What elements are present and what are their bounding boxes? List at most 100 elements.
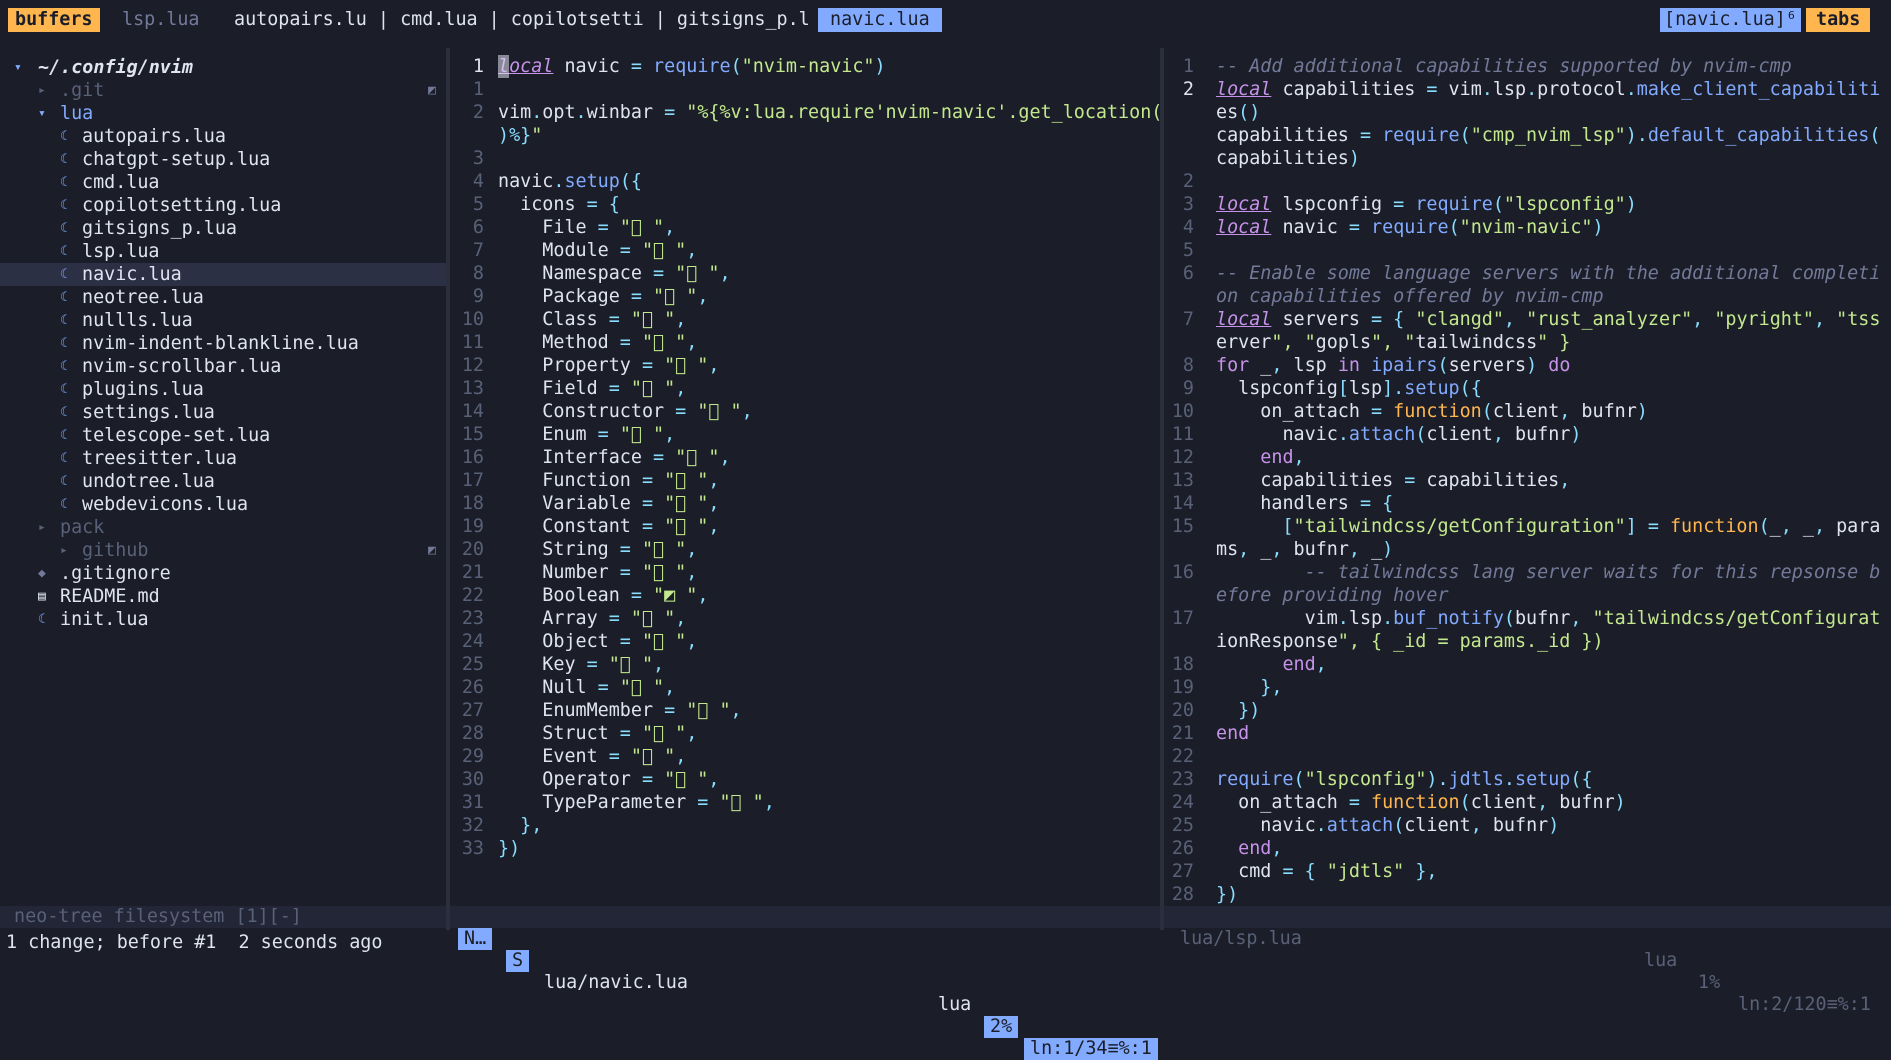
code-line[interactable]: Object = "󰅩 ", bbox=[498, 630, 697, 653]
code-line[interactable]: Boolean = "◩ ", bbox=[498, 584, 708, 607]
tree-item[interactable]: ☾ undotree.lua bbox=[0, 470, 446, 493]
code-line[interactable]: }) bbox=[1216, 883, 1238, 906]
code-line[interactable]: Key = "󰌋 ", bbox=[498, 653, 664, 676]
code-line[interactable]: Field = "󰆧 ", bbox=[498, 377, 686, 400]
code-line[interactable]: Struct = "󰌗 ", bbox=[498, 722, 697, 745]
code-line[interactable]: File = "󰈙 ", bbox=[498, 216, 675, 239]
code-line[interactable]: -- Add additional capabilities supported… bbox=[1216, 55, 1792, 78]
tree-item[interactable]: ▸ .git ◩ bbox=[0, 79, 446, 102]
code-line[interactable]: local servers = { "clangd", "rust_analyz… bbox=[1216, 308, 1880, 331]
code-line[interactable]: end, bbox=[1216, 653, 1326, 676]
code-line[interactable]: on_attach = function(client, bufnr) bbox=[1216, 400, 1648, 423]
code-line[interactable]: Event = "󰉁 ", bbox=[498, 745, 686, 768]
tree-item[interactable]: ☾ webdevicons.lua bbox=[0, 493, 446, 516]
code-line[interactable]: lspconfig[lsp].setup({ bbox=[1216, 377, 1482, 400]
code-line[interactable]: Property = "󰜢 ", bbox=[498, 354, 719, 377]
command-line[interactable]: 1 change; before #1 2 seconds ago bbox=[6, 930, 382, 955]
code-line[interactable]: }) bbox=[498, 837, 520, 860]
code-line[interactable]: cmd = { "jdtls" }, bbox=[1216, 860, 1437, 883]
code-line[interactable]: EnumMember = "󰒻 ", bbox=[498, 699, 741, 722]
tree-item[interactable]: ☾ plugins.lua bbox=[0, 378, 446, 401]
code-line[interactable]: }, bbox=[498, 814, 542, 837]
code-line[interactable]: }) bbox=[1216, 699, 1260, 722]
code-line[interactable]: -- Enable some language servers with the… bbox=[1216, 262, 1880, 285]
code-line[interactable]: ionResponse", { _id = params._id }) bbox=[1216, 630, 1604, 653]
editor-lsp[interactable]: 1 -- Add additional capabilities supporte… bbox=[1164, 48, 1891, 906]
code-line[interactable]: local capabilities = vim.lsp.protocol.ma… bbox=[1216, 78, 1880, 101]
code-line[interactable]: navic.setup({ bbox=[498, 170, 642, 193]
tree-item[interactable]: ☾ nvim-scrollbar.lua bbox=[0, 355, 446, 378]
tree-root[interactable]: ▾ ~/.config/nvim bbox=[0, 56, 446, 79]
tree-item[interactable]: ☾ nvim-indent-blankline.lua bbox=[0, 332, 446, 355]
code-line[interactable]: Enum = "󰒻 ", bbox=[498, 423, 675, 446]
code-line[interactable]: require("lspconfig").jdtls.setup({ bbox=[1216, 768, 1593, 791]
code-line[interactable]: for _, lsp in ipairs(servers) do bbox=[1216, 354, 1570, 377]
tree-item[interactable]: ☾ autopairs.lua bbox=[0, 125, 446, 148]
code-line[interactable]: navic.attach(client, bufnr) bbox=[1216, 423, 1581, 446]
tree-item[interactable]: ☾ copilotsetting.lua bbox=[0, 194, 446, 217]
tree-item[interactable]: ☾ lsp.lua bbox=[0, 240, 446, 263]
code-line[interactable]: Class = "󰠱 ", bbox=[498, 308, 686, 331]
code-line[interactable]: es() bbox=[1216, 101, 1260, 124]
code-line[interactable]: }, bbox=[1216, 676, 1282, 699]
code-line[interactable]: ms, _, bufnr, _) bbox=[1216, 538, 1393, 561]
code-line[interactable]: local navic = require("nvim-navic") bbox=[1216, 216, 1604, 239]
code-line[interactable]: local navic = require("nvim-navic") bbox=[498, 55, 886, 78]
tree-item[interactable]: ☾ init.lua bbox=[0, 608, 446, 631]
tree-item[interactable]: ☾ neotree.lua bbox=[0, 286, 446, 309]
tree-item[interactable]: ▾ lua bbox=[0, 102, 446, 125]
code-line[interactable]: Package = "󰏖 ", bbox=[498, 285, 708, 308]
buffer-tab-group[interactable]: autopairs.lu | cmd.lua | copilotsetti | … bbox=[230, 8, 814, 32]
tree-item[interactable]: ☾ settings.lua bbox=[0, 401, 446, 424]
tree-item[interactable]: ☾ gitsigns_p.lua bbox=[0, 217, 446, 240]
tree-item[interactable]: ▤ README.md bbox=[0, 585, 446, 608]
code-line[interactable]: Namespace = "󰌗 ", bbox=[498, 262, 730, 285]
code-line[interactable]: efore providing hover bbox=[1216, 584, 1449, 607]
code-line[interactable]: -- tailwindcss lang server waits for thi… bbox=[1216, 561, 1881, 584]
tree-item[interactable]: ☾ navic.lua bbox=[0, 263, 446, 286]
tree-item[interactable]: ☾ chatgpt-setup.lua bbox=[0, 148, 446, 171]
code-line[interactable]: Module = "󰆧 ", bbox=[498, 239, 697, 262]
code-line[interactable]: Number = "󰎠 ", bbox=[498, 561, 697, 584]
code-line[interactable]: handlers = { bbox=[1216, 492, 1393, 515]
code-line[interactable]: end bbox=[1216, 722, 1249, 745]
code-line[interactable]: Operator = "󰆕 ", bbox=[498, 768, 719, 791]
tree-item[interactable]: ☾ telescope-set.lua bbox=[0, 424, 446, 447]
code-line[interactable]: on capabilities offered by nvim-cmp bbox=[1216, 285, 1604, 308]
buffer-tab-navic[interactable]: navic.lua bbox=[818, 8, 942, 32]
code-line[interactable]: ["tailwindcss/getConfiguration"] = funct… bbox=[1216, 515, 1880, 538]
code-line[interactable]: Variable = "󰆧 ", bbox=[498, 492, 719, 515]
code-line[interactable]: String = "󰀬 ", bbox=[498, 538, 697, 561]
code-line[interactable]: erver", "gopls", "tailwindcss" } bbox=[1216, 331, 1570, 354]
tree-item-label: github bbox=[82, 540, 149, 561]
code-line[interactable]: end, bbox=[1216, 446, 1304, 469]
code-line[interactable]: )%}" bbox=[498, 124, 542, 147]
tree-item[interactable]: ☾ treesitter.lua bbox=[0, 447, 446, 470]
code-line[interactable]: navic.attach(client, bufnr) bbox=[1216, 814, 1559, 837]
tree-item[interactable]: ◆ .gitignore bbox=[0, 562, 446, 585]
code-line[interactable]: Null = "󰟢 ", bbox=[498, 676, 675, 699]
code-line[interactable]: Constant = "󰏿 ", bbox=[498, 515, 719, 538]
code-line[interactable]: capabilities) bbox=[1216, 147, 1360, 170]
tree-item[interactable]: ☾ nullls.lua bbox=[0, 309, 446, 332]
code-line[interactable]: icons = { bbox=[498, 193, 620, 216]
editor-navic[interactable]: 1 local navic = require("nvim-navic") 1 2 vi… bbox=[450, 48, 1160, 906]
code-line[interactable]: capabilities = require("cmp_nvim_lsp").d… bbox=[1216, 124, 1880, 147]
code-line[interactable]: vim.opt.winbar = "%{%v:lua.require'nvim-… bbox=[498, 101, 1160, 124]
code-line[interactable]: vim.lsp.buf_notify(bufnr, "tailwindcss/g… bbox=[1216, 607, 1881, 630]
code-line[interactable]: Interface = "󰕘 ", bbox=[498, 446, 730, 469]
tree-item[interactable]: ▸ github ◩ bbox=[0, 539, 446, 562]
buffer-tab-lsp[interactable]: lsp.lua bbox=[118, 8, 204, 32]
code-line[interactable]: Constructor = "󰆧 ", bbox=[498, 400, 752, 423]
code-line[interactable]: TypeParameter = "󰊄 ", bbox=[498, 791, 775, 814]
code-line[interactable]: end, bbox=[1216, 837, 1282, 860]
tree-item[interactable]: ▸ pack bbox=[0, 516, 446, 539]
code-line[interactable]: Array = "󰅪 ", bbox=[498, 607, 686, 630]
code-line[interactable]: local lspconfig = require("lspconfig") bbox=[1216, 193, 1637, 216]
code-line[interactable]: Function = "󰊕 ", bbox=[498, 469, 719, 492]
code-line[interactable]: on_attach = function(client, bufnr) bbox=[1216, 791, 1626, 814]
code-line[interactable]: Method = "󰆧 ", bbox=[498, 331, 697, 354]
code-line[interactable]: capabilities = capabilities, bbox=[1216, 469, 1570, 492]
tree-item[interactable]: ☾ cmd.lua bbox=[0, 171, 446, 194]
tab-indicator[interactable]: [navic.lua]⁶ bbox=[1660, 8, 1801, 32]
